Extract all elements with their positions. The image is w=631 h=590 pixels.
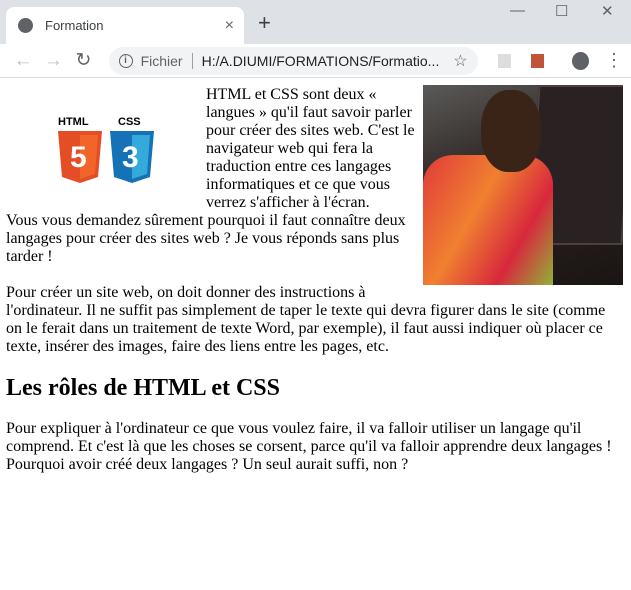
close-window-button[interactable]: ✕ xyxy=(601,2,614,20)
reload-icon[interactable]: ↻ xyxy=(68,49,98,72)
tab-formation[interactable]: Formation × xyxy=(6,7,244,44)
minimize-button[interactable]: — xyxy=(510,2,525,19)
extension-icon[interactable] xyxy=(497,53,511,68)
menu-icon[interactable]: ⋮ xyxy=(605,50,623,71)
toolbar: ← → ↻ i Fichier H:/A.DIUMI/FORMATIONS/Fo… xyxy=(0,44,631,78)
section-heading: Les rôles de HTML et CSS xyxy=(6,375,280,401)
info-icon[interactable]: i xyxy=(118,53,133,68)
maximize-button[interactable]: ☐ xyxy=(555,2,568,20)
page-content: HTML 5 CSS 3 HTML et CSS sont deux « lan… xyxy=(0,78,631,474)
star-icon[interactable]: ☆ xyxy=(453,51,467,71)
tab-title: Formation xyxy=(45,18,104,33)
svg-text:3: 3 xyxy=(122,141,139,174)
globe-icon xyxy=(18,18,33,33)
address-bar[interactable]: i Fichier H:/A.DIUMI/FORMATIONS/Formatio… xyxy=(108,46,478,75)
author-photo xyxy=(423,85,623,285)
css3-logo-icon: CSS 3 xyxy=(110,116,154,183)
paragraph: Pour créer un site web, on doit donner d… xyxy=(6,284,606,355)
forward-icon[interactable]: → xyxy=(38,50,68,72)
svg-text:HTML: HTML xyxy=(58,116,89,128)
scheme-label: Fichier xyxy=(140,52,183,69)
back-icon[interactable]: ← xyxy=(8,50,38,72)
profile-icon[interactable] xyxy=(572,51,589,70)
svg-text:5: 5 xyxy=(70,141,87,174)
new-tab-button[interactable]: + xyxy=(258,10,271,36)
html-css-logo: HTML 5 CSS 3 xyxy=(6,86,206,210)
powerpoint-extension-icon[interactable] xyxy=(530,53,545,68)
paragraph: Pour expliquer à l'ordinateur ce que vou… xyxy=(6,420,612,473)
tab-bar: Formation × + — ☐ ✕ xyxy=(0,0,631,44)
html5-logo-icon: HTML 5 xyxy=(58,116,102,183)
divider xyxy=(191,52,193,69)
url-text[interactable]: H:/A.DIUMI/FORMATIONS/Formatio... xyxy=(202,53,454,69)
svg-text:CSS: CSS xyxy=(118,116,141,128)
close-tab-icon[interactable]: × xyxy=(225,17,234,35)
